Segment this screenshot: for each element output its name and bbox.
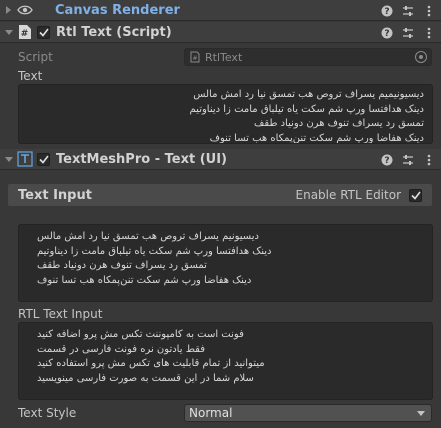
rtl-text-enabled-checkbox[interactable]	[37, 25, 50, 39]
preset-icon[interactable]	[402, 5, 414, 17]
textmeshpro-header[interactable]: TextMeshPro - Text (UI) ?	[0, 149, 441, 170]
help-icon[interactable]: ?	[381, 154, 393, 166]
text-component-icon	[17, 151, 33, 167]
text-input-textarea[interactable]: دیسیونیم یسراف تروص هب تمسق نیا رد امش م…	[18, 224, 433, 302]
rtl-text-script-header[interactable]: # Rtl Text (Script) ?	[0, 22, 441, 43]
text-label: Text	[18, 69, 43, 83]
foldout-arrow-icon[interactable]	[5, 28, 13, 36]
foldout-arrow-icon[interactable]	[5, 6, 13, 14]
text-input-section-header: Text Input Enable RTL Editor	[8, 184, 432, 206]
foldout-arrow-icon[interactable]	[5, 155, 13, 163]
rtl-text-input-label: RTL Text Input	[18, 307, 103, 321]
rtl-text-input-textarea[interactable]: فونت است به کامپوننت تکس مش پرو اضافه کن…	[18, 322, 433, 400]
textmeshpro-title: TextMeshPro - Text (UI)	[56, 151, 227, 167]
svg-text:#: #	[21, 29, 29, 39]
text-input-label: Text Input	[18, 187, 92, 203]
script-file-icon: #	[189, 51, 201, 63]
script-object-field: # RtlText	[184, 48, 432, 66]
script-label: Script	[18, 50, 53, 64]
preset-icon[interactable]	[402, 27, 414, 39]
svg-text:?: ?	[384, 29, 389, 39]
object-picker-icon[interactable]	[415, 51, 427, 63]
enable-rtl-editor-label: Enable RTL Editor	[295, 188, 402, 202]
canvas-renderer-header[interactable]: Canvas Renderer ?	[0, 0, 441, 21]
menu-icon[interactable]	[423, 27, 435, 39]
rtl-text-textarea[interactable]: دیسیونیمیم یسراف تروص هب تمسق نیا رد امش…	[18, 84, 433, 144]
menu-icon[interactable]	[423, 154, 435, 166]
menu-icon[interactable]	[423, 5, 435, 17]
svg-text:?: ?	[384, 7, 389, 17]
text-style-value: Normal	[189, 406, 233, 420]
help-icon[interactable]: ?	[381, 5, 393, 17]
eye-icon[interactable]	[17, 2, 33, 18]
textmeshpro-enabled-checkbox[interactable]	[37, 152, 50, 166]
help-icon[interactable]: ?	[381, 27, 393, 39]
text-style-label: Text Style	[18, 406, 77, 420]
csharp-script-icon: #	[17, 24, 33, 40]
svg-text:#: #	[192, 55, 197, 62]
preset-icon[interactable]	[402, 154, 414, 166]
chevron-down-icon	[417, 411, 425, 416]
text-style-dropdown[interactable]: Normal	[184, 404, 432, 422]
svg-text:?: ?	[384, 156, 389, 166]
enable-rtl-editor-checkbox[interactable]	[409, 188, 422, 202]
canvas-renderer-title: Canvas Renderer	[55, 2, 180, 18]
script-value: RtlText	[205, 50, 243, 64]
rtl-text-script-title: Rtl Text (Script)	[56, 24, 172, 40]
